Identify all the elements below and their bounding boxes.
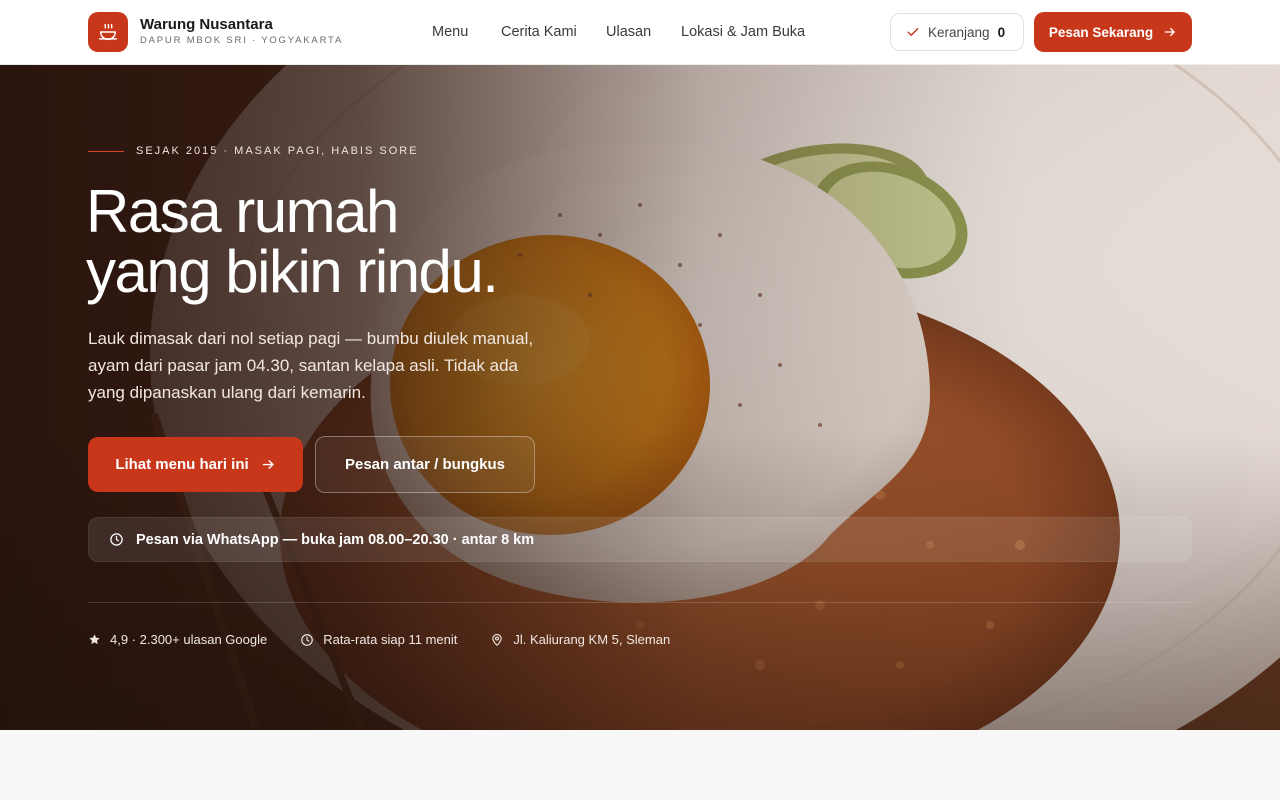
hero-headline: Rasa rumah yang bikin rindu.: [86, 178, 499, 305]
order-now-button[interactable]: Pesan Sekarang: [1034, 12, 1192, 52]
stat-ready-time: Rata-rata siap 11 menit: [300, 632, 457, 647]
stat-ready-time-text: Rata-rata siap 11 menit: [323, 632, 458, 647]
hero-divider: [88, 602, 1192, 603]
hero-stats: 4,9 · 2.300+ ulasan Google Rata-rata sia…: [88, 632, 703, 647]
brand-tagline: DAPUR MBOK SRI · YOGYAKARTA: [140, 35, 344, 46]
whatsapp-order-bar[interactable]: Pesan via WhatsApp — buka jam 08.00–20.3…: [88, 517, 1192, 562]
cart-label: Keranjang: [928, 24, 990, 40]
clock-icon: [109, 532, 124, 547]
logo-badge[interactable]: [88, 12, 128, 52]
hero-section: SEJAK 2015 · MASAK PAGI, HABIS SORE Rasa…: [0, 65, 1280, 730]
view-menu-label: Lihat menu hari ini: [115, 456, 249, 473]
headline-line-1: Rasa rumah: [86, 178, 399, 245]
hero-lede: Lauk dimasak dari nol setiap pagi — bumb…: [88, 329, 534, 402]
map-pin-icon: [490, 633, 504, 647]
eyebrow-line: [88, 150, 124, 152]
arrow-right-icon: [1163, 25, 1177, 39]
site-header: Warung Nusantara DAPUR MBOK SRI · YOGYAK…: [0, 0, 1280, 65]
stat-location-text: Jl. Kaliurang KM 5, Sleman: [513, 632, 671, 647]
steaming-bowl-icon: [97, 21, 119, 43]
cart-count: 0: [997, 24, 1006, 40]
nav-link-ulasan[interactable]: Ulasan: [606, 24, 651, 40]
delivery-takeaway-label: Pesan antar / bungkus: [344, 456, 506, 473]
star-icon: [88, 633, 101, 646]
cart-button[interactable]: Keranjang 0: [890, 13, 1024, 51]
clock-icon: [300, 633, 314, 647]
order-now-label: Pesan Sekarang: [1048, 24, 1154, 40]
nav-link-cerita-kami[interactable]: Cerita Kami: [501, 24, 577, 40]
stat-rating-text: 4,9 · 2.300+ ulasan Google: [110, 632, 268, 647]
eyebrow-text: SEJAK 2015 · MASAK PAGI, HABIS SORE: [136, 145, 419, 157]
headline-line-2: yang bikin rindu.: [86, 238, 499, 305]
view-menu-button[interactable]: Lihat menu hari ini: [88, 437, 303, 492]
stat-rating: 4,9 · 2.300+ ulasan Google: [88, 632, 267, 647]
nav-link-menu[interactable]: Menu: [432, 24, 468, 40]
delivery-takeaway-button[interactable]: Pesan antar / bungkus: [315, 436, 535, 493]
whatsapp-order-text: Pesan via WhatsApp — buka jam 08.00–20.3…: [136, 531, 535, 548]
nav-link-lokasi[interactable]: Lokasi & Jam Buka: [681, 24, 805, 40]
hero-eyebrow: SEJAK 2015 · MASAK PAGI, HABIS SORE: [88, 145, 419, 157]
arrow-right-icon: [261, 457, 276, 472]
check-icon: [906, 25, 920, 39]
stat-location: Jl. Kaliurang KM 5, Sleman: [490, 632, 670, 647]
brand-name[interactable]: Warung Nusantara: [140, 16, 273, 33]
